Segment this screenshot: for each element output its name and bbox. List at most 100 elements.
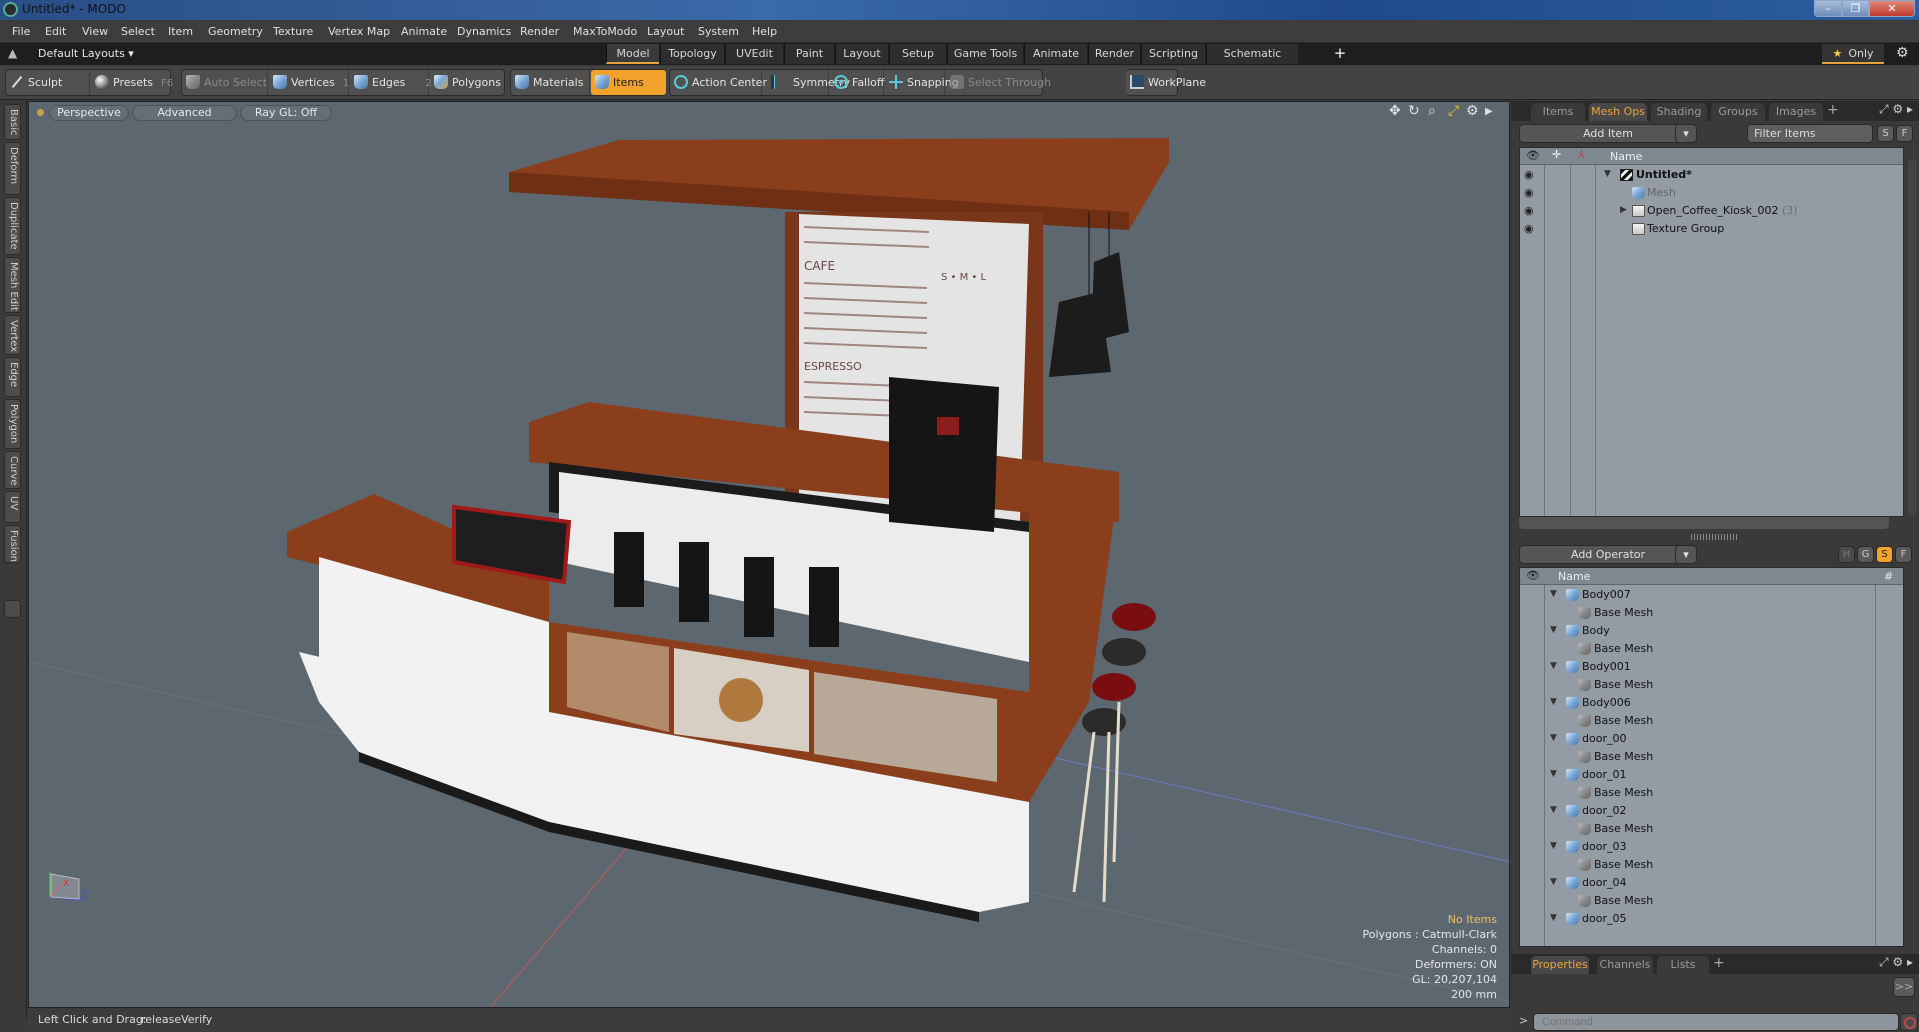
menu-help[interactable]: Help bbox=[752, 25, 777, 38]
tree-row-texture-group[interactable]: ◉ Texture Group bbox=[1520, 220, 1903, 238]
name-column-header[interactable]: Name bbox=[1558, 570, 1590, 583]
menu-render[interactable]: Render bbox=[520, 25, 559, 38]
mesh-op-child-row[interactable]: Base Mesh bbox=[1520, 640, 1903, 658]
add-layout-tab-button[interactable]: + bbox=[1330, 44, 1350, 64]
mesh-op-row[interactable]: ▼ door_02 bbox=[1520, 802, 1903, 820]
side-tab-vertex[interactable]: Vertex bbox=[4, 315, 21, 355]
menu-item[interactable]: Item bbox=[168, 25, 193, 38]
maximize-button[interactable]: ❐ bbox=[1842, 0, 1869, 17]
flag-g-button[interactable]: G bbox=[1857, 546, 1874, 563]
mesh-op-child-row[interactable]: Base Mesh bbox=[1520, 892, 1903, 910]
add-item-button[interactable]: Add Item bbox=[1519, 124, 1697, 143]
mesh-op-row[interactable]: ▼ door_01 bbox=[1520, 766, 1903, 784]
name-column-header[interactable]: Name bbox=[1610, 150, 1642, 163]
tab-setup[interactable]: Setup bbox=[889, 44, 946, 64]
mesh-op-child-row[interactable]: Base Mesh bbox=[1520, 748, 1903, 766]
f-button[interactable]: F bbox=[1896, 125, 1913, 142]
menu-select[interactable]: Select bbox=[121, 25, 155, 38]
visibility-eye-icon[interactable]: ◉ bbox=[1524, 186, 1538, 199]
collapse-arrow-icon[interactable]: ▼ bbox=[1550, 805, 1557, 815]
default-layouts-dropdown[interactable]: Default Layouts ▾ bbox=[38, 47, 134, 60]
side-tab-edge[interactable]: Edge bbox=[4, 357, 21, 397]
menu-maxtomodo[interactable]: MaxToModo bbox=[573, 25, 637, 38]
mesh-op-row[interactable]: ▼ door_04 bbox=[1520, 874, 1903, 892]
materials-button[interactable]: Materials bbox=[511, 70, 590, 95]
filter-items-input[interactable]: Filter Items bbox=[1747, 124, 1873, 143]
expand-properties-button[interactable]: >> bbox=[1893, 977, 1915, 997]
edges-button[interactable]: Edges 2 bbox=[350, 70, 432, 95]
symmetry-button[interactable]: Symmetry bbox=[763, 70, 850, 95]
presets-button[interactable]: Presets F6 bbox=[91, 70, 173, 95]
collapse-arrow-icon[interactable]: ▼ bbox=[1550, 769, 1557, 779]
flag-s-button[interactable]: S bbox=[1876, 546, 1893, 563]
tab-groups[interactable]: Groups bbox=[1711, 103, 1765, 121]
menu-system[interactable]: System bbox=[698, 25, 739, 38]
menu-animate[interactable]: Animate bbox=[401, 25, 447, 38]
mesh-op-row[interactable]: ▼ Body007 bbox=[1520, 586, 1903, 604]
side-tab-mesh-edit[interactable]: Mesh Edit bbox=[4, 257, 21, 313]
add-operator-button[interactable]: Add Operator bbox=[1519, 545, 1697, 564]
collapse-arrow-icon[interactable]: ▼ bbox=[1550, 913, 1557, 923]
visibility-eye-icon[interactable]: ◉ bbox=[1524, 168, 1538, 181]
menu-file[interactable]: File bbox=[12, 25, 30, 38]
collapse-arrow-icon[interactable]: ▼ bbox=[1550, 625, 1557, 635]
menu-layout[interactable]: Layout bbox=[647, 25, 684, 38]
add-tab-icon[interactable]: + bbox=[1713, 955, 1725, 971]
expand-arrow-icon[interactable]: ▶ bbox=[1620, 205, 1627, 215]
only-toggle[interactable]: ★ Only bbox=[1822, 44, 1884, 64]
add-tab-icon[interactable]: + bbox=[1827, 102, 1839, 118]
mesh-op-child-row[interactable]: Base Mesh bbox=[1520, 856, 1903, 874]
tab-uvedit[interactable]: UVEdit bbox=[725, 44, 783, 64]
side-tab-duplicate[interactable]: Duplicate bbox=[4, 197, 21, 255]
collapse-arrow-icon[interactable]: ▼ bbox=[1550, 589, 1557, 599]
tab-animate[interactable]: Animate bbox=[1024, 44, 1087, 64]
collapse-arrow-icon[interactable]: ▼ bbox=[1550, 661, 1557, 671]
tab-shading[interactable]: Shading bbox=[1651, 103, 1707, 121]
gear-icon[interactable]: ⚙ bbox=[1896, 45, 1909, 61]
flag-f-button[interactable]: F bbox=[1895, 546, 1912, 563]
panel-expand-gear-icons[interactable]: ⤢ ⚙ ▸ bbox=[1879, 102, 1913, 117]
panel-expand-gear-icons[interactable]: ⤢ ⚙ ▸ bbox=[1879, 955, 1913, 970]
side-tab-uv[interactable]: UV bbox=[4, 491, 21, 523]
panel-splitter-handle[interactable] bbox=[1691, 534, 1737, 540]
action-center-button[interactable]: Action Center bbox=[670, 70, 767, 95]
tab-render[interactable]: Render bbox=[1088, 44, 1140, 64]
tab-scripting[interactable]: Scripting bbox=[1141, 44, 1205, 64]
layout-up-arrow-icon[interactable]: ▲ bbox=[8, 46, 17, 60]
mesh-op-child-row[interactable]: Base Mesh bbox=[1520, 712, 1903, 730]
polygons-button[interactable]: Polygons bbox=[430, 70, 505, 95]
select-through-button[interactable]: Select Through bbox=[946, 70, 1051, 95]
mesh-op-row[interactable]: ▼ door_03 bbox=[1520, 838, 1903, 856]
menu-dynamics[interactable]: Dynamics bbox=[457, 25, 511, 38]
vertices-button[interactable]: Vertices 1 bbox=[269, 70, 349, 95]
auto-select-button[interactable]: Auto Select bbox=[182, 70, 268, 95]
tab-layout[interactable]: Layout bbox=[835, 44, 888, 64]
tree-row-mesh[interactable]: ◉ Mesh bbox=[1520, 184, 1903, 202]
side-tab-extra[interactable] bbox=[4, 600, 21, 618]
menu-vertex-map[interactable]: Vertex Map bbox=[328, 25, 390, 38]
collapse-arrow-icon[interactable]: ▼ bbox=[1550, 697, 1557, 707]
falloff-button[interactable]: Falloff bbox=[830, 70, 884, 95]
flag-h-button[interactable]: H bbox=[1838, 546, 1855, 563]
add-item-dropdown[interactable]: ▾ bbox=[1675, 124, 1697, 143]
s-button[interactable]: S bbox=[1877, 125, 1894, 142]
mesh-op-child-row[interactable]: Base Mesh bbox=[1520, 676, 1903, 694]
items-horizontal-scrollbar[interactable] bbox=[1519, 517, 1889, 529]
mesh-op-row[interactable]: ▼ door_05 bbox=[1520, 910, 1903, 928]
tab-channels[interactable]: Channels bbox=[1597, 956, 1653, 974]
collapse-arrow-icon[interactable]: ▼ bbox=[1550, 733, 1557, 743]
items-button[interactable]: Items5 bbox=[591, 70, 678, 95]
close-button[interactable]: ✕ bbox=[1869, 0, 1915, 17]
tab-items[interactable]: Items bbox=[1531, 103, 1585, 121]
minimize-button[interactable]: – bbox=[1814, 0, 1842, 17]
workplane-button[interactable]: WorkPlane bbox=[1126, 70, 1206, 95]
mesh-op-row[interactable]: ▼ Body006 bbox=[1520, 694, 1903, 712]
side-tab-basic[interactable]: Basic bbox=[4, 104, 21, 140]
mesh-op-row[interactable]: ▼ door_00 bbox=[1520, 730, 1903, 748]
collapse-arrow-icon[interactable]: ▼ bbox=[1550, 877, 1557, 887]
record-macro-icon[interactable] bbox=[1900, 1013, 1918, 1031]
collapse-arrow-icon[interactable]: ▼ bbox=[1550, 841, 1557, 851]
tree-row-kiosk-group[interactable]: ◉ ▶ Open_Coffee_Kiosk_002 (3) bbox=[1520, 202, 1903, 220]
snapping-button[interactable]: Snapping bbox=[885, 70, 959, 95]
mesh-op-row[interactable]: ▼ Body bbox=[1520, 622, 1903, 640]
